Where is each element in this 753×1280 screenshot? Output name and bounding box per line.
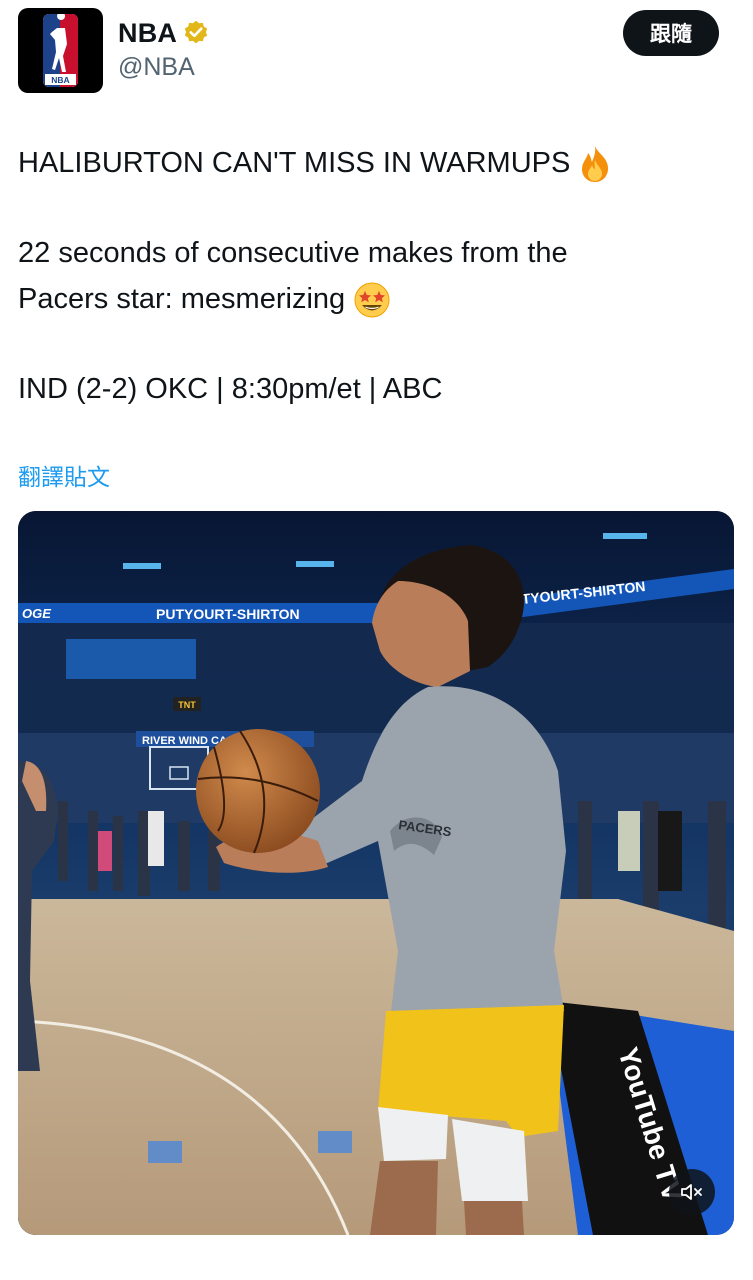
tnt-badge-text: TNT <box>178 700 196 710</box>
muted-speaker-icon[interactable] <box>669 1169 715 1215</box>
tweet-headline-text: HALIBURTON CAN'T MISS IN WARMUPS <box>18 147 571 179</box>
tweet-header: NBA NBA @NBA 跟隨 <box>0 0 753 110</box>
account-handle[interactable]: @NBA <box>118 53 195 82</box>
account-avatar[interactable]: NBA <box>18 8 103 93</box>
fire-emoji-icon <box>582 146 609 183</box>
verified-badge-icon <box>184 20 208 44</box>
ribbon-left-text: PUTYOURT-SHIRTON <box>156 606 300 622</box>
account-name[interactable]: NBA <box>118 18 177 49</box>
translate-post-link[interactable]: 翻譯貼文 <box>18 458 110 492</box>
name-row: NBA <box>118 16 210 50</box>
tweet-line-headline: HALIBURTON CAN'T MISS IN WARMUPS <box>18 140 733 186</box>
ribbon-edge-text: OGE <box>22 606 51 621</box>
tweet-line-body-2: Pacers star: mesmerizing <box>18 276 733 322</box>
nba-logo: NBA <box>43 14 78 87</box>
nba-logo-text: NBA <box>51 75 69 85</box>
follow-button[interactable]: 跟隨 <box>623 10 719 56</box>
tweet-line-schedule: IND (2-2) OKC | 8:30pm/et | ABC <box>18 373 443 405</box>
video-frame: OGE PUTYOURT-SHIRTON PUTYOURT-SHIRTON TN… <box>18 511 734 1235</box>
tweet-text: HALIBURTON CAN'T MISS IN WARMUPS 22 seco… <box>18 140 733 412</box>
video-player[interactable]: OGE PUTYOURT-SHIRTON PUTYOURT-SHIRTON TN… <box>18 511 734 1235</box>
star-struck-emoji-icon <box>354 282 390 318</box>
tweet-body-text: Pacers star: mesmerizing <box>18 283 346 315</box>
tweet-line-body-1: 22 seconds of consecutive makes from the <box>18 237 568 269</box>
